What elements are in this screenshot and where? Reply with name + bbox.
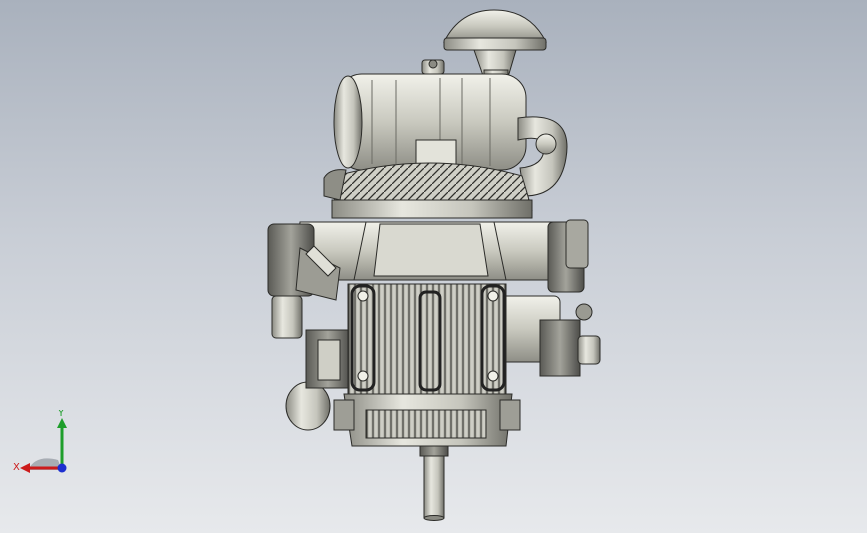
intake-elbow: [517, 116, 568, 197]
graphics-viewport[interactable]: Y X: [0, 0, 867, 533]
intake-cap: [443, 9, 547, 43]
shroud-top: [331, 199, 533, 219]
engine-model[interactable]: [0, 0, 867, 533]
z-axis-dot: [57, 463, 67, 473]
oil-filter: [285, 381, 331, 431]
x-axis-label: X: [13, 462, 20, 473]
crankshaft: [423, 445, 445, 519]
air-cleaner-end-cap: [333, 75, 363, 169]
axis-triad: Y X: [13, 410, 67, 473]
intake-cap-rim: [443, 37, 547, 51]
y-axis-label: Y: [57, 410, 65, 419]
engine-assembly: [267, 9, 601, 521]
fuel-pump: [577, 335, 601, 365]
